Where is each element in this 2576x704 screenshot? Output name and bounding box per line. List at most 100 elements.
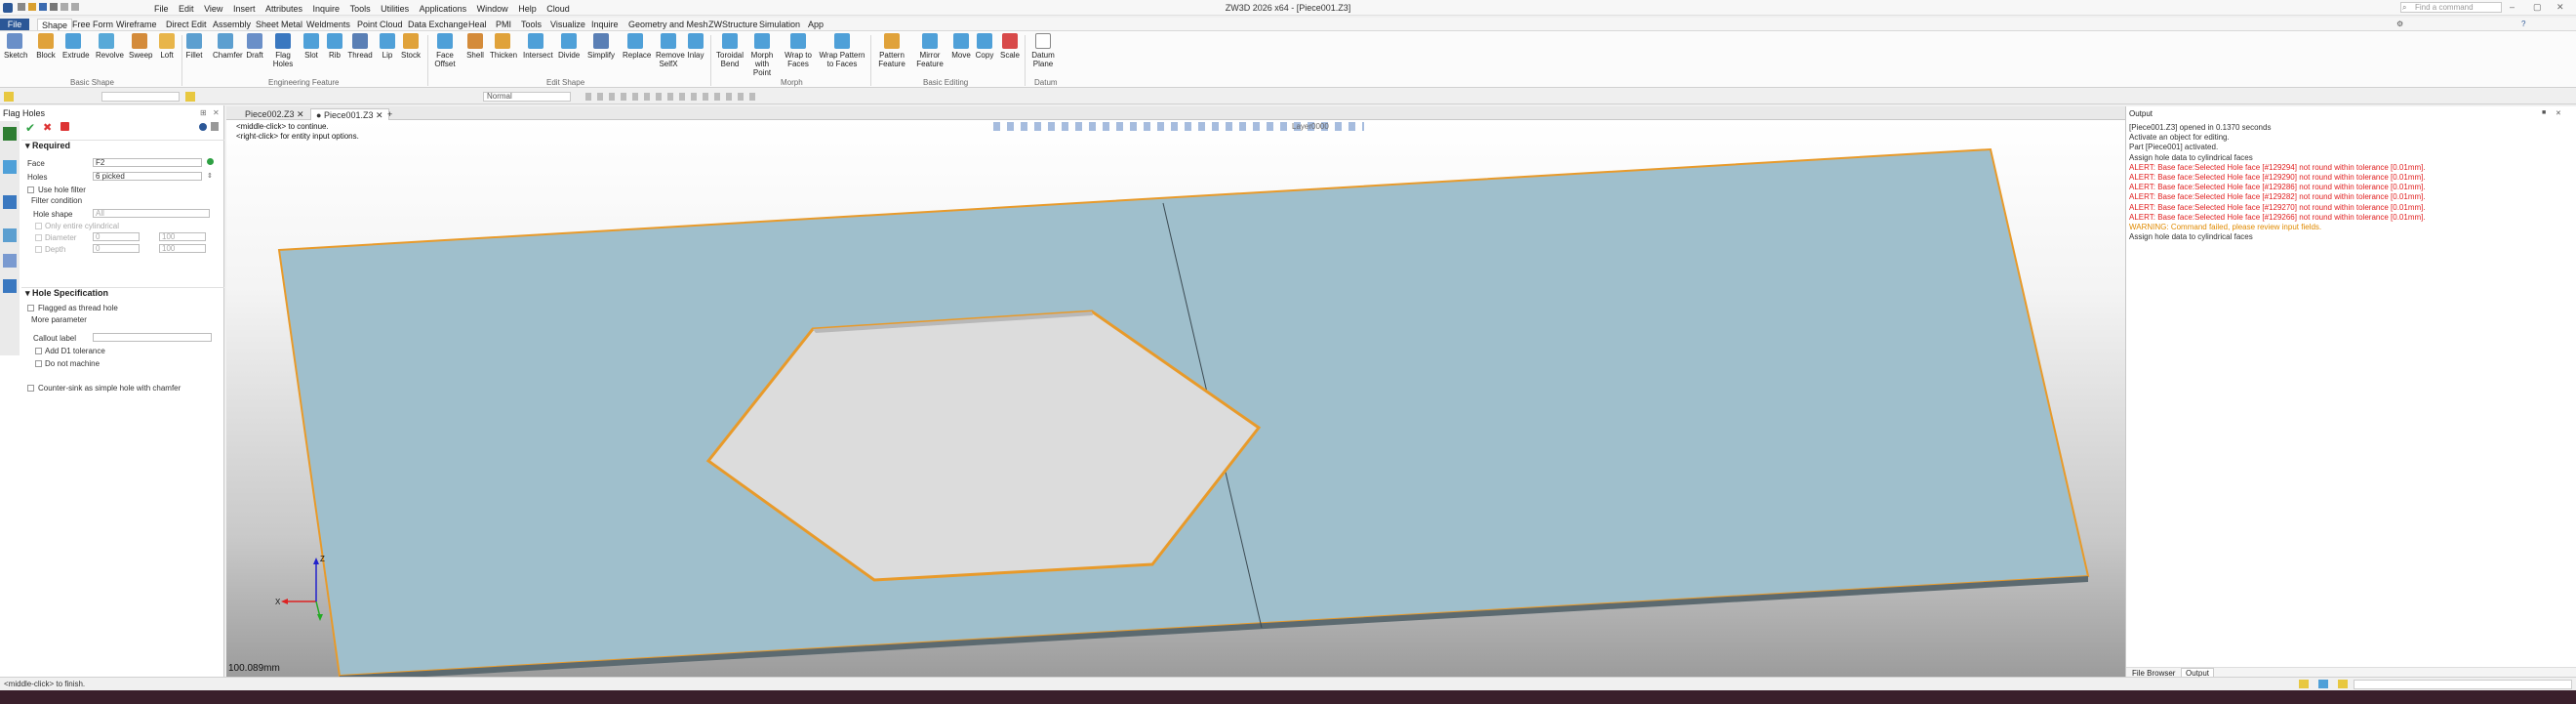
tab-shape[interactable]: Shape bbox=[37, 19, 73, 30]
snap-toolbar[interactable] bbox=[585, 93, 761, 101]
inlay-button[interactable]: Inlay bbox=[685, 33, 706, 60]
tab-visualize[interactable]: Visualize bbox=[546, 19, 589, 30]
layers-icon[interactable] bbox=[3, 228, 17, 242]
face-field[interactable]: F2 bbox=[93, 158, 202, 167]
thread-button[interactable]: Thread bbox=[347, 33, 373, 60]
do-not-machine-checkbox[interactable] bbox=[35, 360, 42, 367]
rib-button[interactable]: Rib bbox=[324, 33, 345, 60]
loft-button[interactable]: Loft bbox=[156, 33, 178, 60]
doc-tab-piece001[interactable]: ● Piece001.Z3 ✕ bbox=[310, 108, 389, 120]
tab-point-cloud[interactable]: Point Cloud bbox=[353, 19, 407, 30]
style-select[interactable]: Normal bbox=[483, 92, 571, 102]
manager-icon[interactable] bbox=[3, 160, 17, 174]
tab-sheet-metal[interactable]: Sheet Metal bbox=[252, 19, 306, 30]
only-cylindrical-checkbox[interactable] bbox=[35, 223, 42, 229]
counter-sink-checkbox[interactable] bbox=[27, 385, 34, 392]
morph-with-point-button[interactable]: Morph with Point bbox=[747, 33, 777, 77]
tab-direct-edit[interactable]: Direct Edit bbox=[162, 19, 211, 30]
stock-button[interactable]: Stock bbox=[400, 33, 422, 60]
revolve-button[interactable]: Revolve bbox=[96, 33, 124, 60]
apply-icon[interactable] bbox=[60, 122, 69, 131]
pattern-feature-button[interactable]: Pattern Feature bbox=[874, 33, 909, 68]
wrap-pattern-button[interactable]: Wrap Pattern to Faces bbox=[818, 33, 866, 68]
status-icon-3[interactable] bbox=[2338, 680, 2348, 688]
new-tab-icon[interactable]: + bbox=[382, 108, 397, 120]
cancel-icon[interactable]: ✖ bbox=[43, 121, 52, 134]
datum-plane-button[interactable]: Datum Plane bbox=[1028, 33, 1058, 68]
tab-weldments[interactable]: Weldments bbox=[302, 19, 354, 30]
diameter-max-field[interactable]: 100 bbox=[159, 232, 206, 241]
holes-field[interactable]: 6 picked bbox=[93, 172, 202, 181]
views-icon[interactable] bbox=[3, 254, 17, 268]
thicken-button[interactable]: Thicken bbox=[490, 33, 517, 60]
hole-shape-select[interactable]: All bbox=[93, 209, 210, 218]
tab-file[interactable]: File bbox=[0, 19, 29, 30]
sketch-button[interactable]: Sketch bbox=[4, 33, 27, 60]
output-pin-icon[interactable]: ■ bbox=[2542, 109, 2546, 116]
filter-select[interactable] bbox=[101, 92, 180, 102]
replace-button[interactable]: Replace bbox=[623, 33, 651, 60]
pick-icon[interactable] bbox=[185, 92, 195, 102]
depth-max-field[interactable]: 100 bbox=[159, 244, 206, 253]
chamfer-button[interactable]: Chamfer bbox=[213, 33, 243, 60]
close-panel-icon[interactable]: ✕ bbox=[213, 108, 220, 117]
status-icon-2[interactable] bbox=[2318, 680, 2328, 688]
tab-tools[interactable]: Tools bbox=[517, 19, 545, 30]
tab-simulation[interactable]: Simulation bbox=[755, 19, 804, 30]
add-d1-checkbox[interactable] bbox=[35, 348, 42, 354]
flag-holes-button[interactable]: Flag Holes bbox=[271, 33, 295, 68]
diameter-min-field[interactable]: 0 bbox=[93, 232, 140, 241]
minimize-icon[interactable]: – bbox=[2510, 2, 2515, 12]
hole-spec-section[interactable]: ▾ Hole Specification bbox=[21, 287, 224, 298]
depth-min-field[interactable]: 0 bbox=[93, 244, 140, 253]
tab-pmi[interactable]: PMI bbox=[492, 19, 515, 30]
history-icon[interactable] bbox=[3, 127, 17, 141]
use-hole-filter-checkbox[interactable] bbox=[27, 186, 34, 193]
remove-selfx-button[interactable]: Remove SelfX bbox=[656, 33, 685, 68]
mirror-feature-button[interactable]: Mirror Feature bbox=[913, 33, 946, 68]
help-icon[interactable]: ? bbox=[2521, 20, 2525, 28]
command-input[interactable] bbox=[2354, 680, 2572, 689]
tab-data-exchange[interactable]: Data Exchange bbox=[404, 19, 472, 30]
tab-inquire[interactable]: Inquire bbox=[587, 19, 623, 30]
depth-checkbox[interactable] bbox=[35, 246, 42, 253]
copy-button[interactable]: Copy bbox=[974, 33, 995, 60]
face-offset-button[interactable]: Face Offset bbox=[433, 33, 457, 68]
move-button[interactable]: Move bbox=[950, 33, 972, 60]
diameter-checkbox[interactable] bbox=[35, 234, 42, 241]
flagged-thread-checkbox[interactable] bbox=[27, 305, 34, 311]
ok-icon[interactable]: ✔ bbox=[25, 121, 35, 135]
help-dot-icon[interactable] bbox=[199, 123, 207, 131]
close-icon[interactable]: ✕ bbox=[2556, 2, 2564, 13]
scale-button[interactable]: Scale bbox=[999, 33, 1021, 60]
tab-heal[interactable]: Heal bbox=[464, 19, 491, 30]
extrude-button[interactable]: Extrude bbox=[62, 33, 90, 60]
tab-geometry-mesh[interactable]: Geometry and Mesh bbox=[624, 19, 712, 30]
tab-zwstructure[interactable]: ZWStructure bbox=[704, 19, 762, 30]
required-section[interactable]: ▾ Required bbox=[21, 140, 224, 150]
search-input[interactable]: Find a command bbox=[2400, 2, 2502, 13]
callout-field[interactable] bbox=[93, 333, 212, 342]
draft-button[interactable]: Draft bbox=[244, 33, 265, 60]
output-close-icon[interactable]: ✕ bbox=[2556, 109, 2561, 117]
tab-wireframe[interactable]: Wireframe bbox=[112, 19, 161, 30]
sweep-button[interactable]: Sweep bbox=[129, 33, 152, 60]
intersect-button[interactable]: Intersect bbox=[523, 33, 553, 60]
graphics-viewport[interactable]: <middle-click> to continue. <right-click… bbox=[226, 120, 2125, 677]
properties-icon[interactable] bbox=[3, 195, 17, 209]
sketch-tree-icon[interactable] bbox=[3, 279, 17, 293]
status-icon-1[interactable] bbox=[2299, 680, 2309, 688]
simplify-button[interactable]: Simplify bbox=[587, 33, 615, 60]
options-icon[interactable] bbox=[211, 122, 219, 131]
pin-icon[interactable]: ⊞ bbox=[200, 108, 207, 117]
wrap-to-faces-button[interactable]: Wrap to Faces bbox=[785, 33, 812, 68]
maximize-icon[interactable]: ▢ bbox=[2533, 2, 2542, 13]
block-button[interactable]: Block bbox=[35, 33, 57, 60]
tab-free-form[interactable]: Free Form bbox=[68, 19, 117, 30]
slot-button[interactable]: Slot bbox=[301, 33, 322, 60]
doc-tab-piece002[interactable]: Piece002.Z3 ✕ bbox=[240, 108, 309, 120]
model-view[interactable] bbox=[226, 120, 2125, 677]
holes-spin-icon[interactable]: ⇕ bbox=[207, 172, 213, 180]
tab-assembly[interactable]: Assembly bbox=[209, 19, 255, 30]
divide-button[interactable]: Divide bbox=[558, 33, 580, 60]
